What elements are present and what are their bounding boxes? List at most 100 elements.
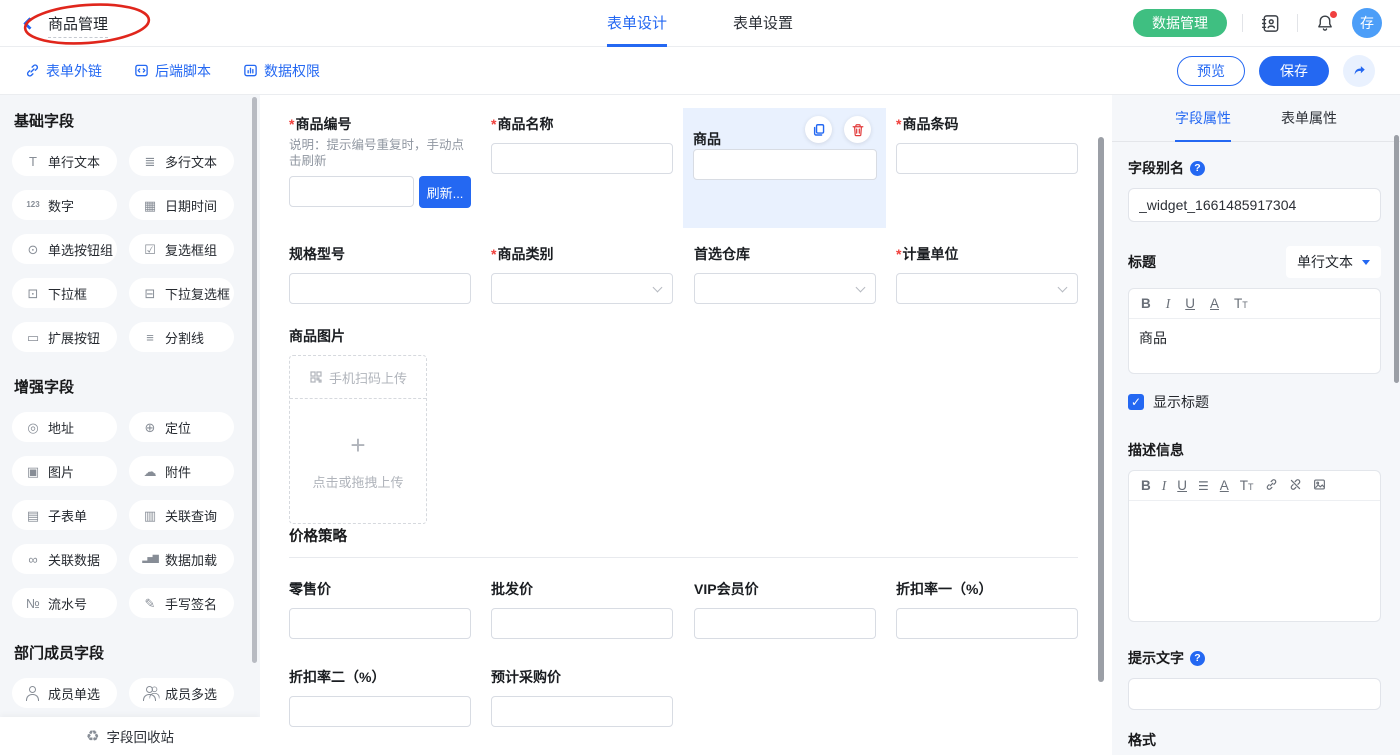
vip-price-input[interactable] (694, 608, 876, 639)
estimated-purchase-price-input[interactable] (491, 696, 673, 727)
product-name-input[interactable] (491, 143, 673, 174)
palette-item-signature[interactable]: ✎手写签名 (129, 588, 234, 618)
field-product-code[interactable]: *商品编号 说明：提示编号重复时，手动点击刷新 刷新... (289, 115, 471, 208)
field-recycle-bin[interactable]: ♻ 字段回收站 (0, 717, 260, 755)
title-editor-content[interactable]: 商品 (1129, 319, 1380, 373)
palette-item-multi-dropdown[interactable]: ⊟下拉复选框 (129, 278, 234, 308)
align-icon[interactable]: ☰ (1198, 480, 1209, 492)
palette-item-extend-button[interactable]: ▭扩展按钮 (12, 322, 117, 352)
form-external-link[interactable]: 表单外链 (25, 61, 102, 81)
click-drag-upload-area[interactable]: + 点击或拖拽上传 (290, 399, 426, 523)
product-input[interactable] (693, 149, 877, 180)
field-discount-rate-1[interactable]: 折扣率一（%） (896, 580, 1078, 639)
field-estimated-purchase-price[interactable]: 预计采购价 (491, 668, 673, 727)
palette-item-data-load[interactable]: ▂▅▇数据加载 (129, 544, 234, 574)
palette-item-member-multi[interactable]: 成员多选 (129, 678, 234, 708)
font-color-icon[interactable]: A (1220, 479, 1229, 493)
backend-script-link[interactable]: 后端脚本 (134, 61, 211, 81)
refresh-button[interactable]: 刷新... (419, 176, 471, 208)
palette-item-subform[interactable]: ▤子表单 (12, 500, 117, 530)
palette-item-attachment[interactable]: ☁附件 (129, 456, 234, 486)
properties-scrollbar[interactable] (1394, 135, 1399, 383)
palette-item-single-line-text[interactable]: T单行文本 (12, 146, 117, 176)
preferred-warehouse-select[interactable] (694, 273, 876, 304)
show-title-checkbox[interactable]: ✓ (1128, 394, 1144, 410)
selected-field-product[interactable]: 商品 (683, 108, 886, 228)
palette-item-location[interactable]: ⊕定位 (129, 412, 234, 442)
notification-bell-icon[interactable] (1313, 11, 1337, 35)
field-product-category[interactable]: *商品类别 (491, 245, 673, 304)
palette-item-address[interactable]: ◎地址 (12, 412, 117, 442)
tab-field-properties[interactable]: 字段属性 (1175, 95, 1231, 142)
palette-item-image[interactable]: ▣图片 (12, 456, 117, 486)
italic-icon[interactable]: I (1166, 297, 1171, 311)
product-category-select[interactable] (491, 273, 673, 304)
field-alias-label-row: 字段别名 ? (1128, 158, 1381, 178)
bold-icon[interactable]: B (1141, 297, 1151, 311)
save-button[interactable]: 保存 (1259, 56, 1329, 86)
form-design-canvas[interactable]: *商品编号 说明：提示编号重复时，手动点击刷新 刷新... *商品名称 商品 (260, 95, 1112, 755)
spec-model-input[interactable] (289, 273, 471, 304)
field-vip-price[interactable]: VIP会员价 (694, 580, 876, 639)
tab-form-design[interactable]: 表单设计 (607, 0, 667, 47)
palette-item-linked-data[interactable]: ∞关联数据 (12, 544, 117, 574)
field-product-name[interactable]: *商品名称 (491, 115, 673, 174)
field-wholesale-price[interactable]: 批发价 (491, 580, 673, 639)
hint-text-input[interactable] (1128, 678, 1381, 710)
share-button[interactable] (1343, 55, 1375, 87)
palette-item-dropdown[interactable]: ⊡下拉框 (12, 278, 117, 308)
field-spec-model[interactable]: 规格型号 (289, 245, 471, 304)
palette-item-member-single[interactable]: 成员单选 (12, 678, 117, 708)
sidebar-scrollbar[interactable] (252, 97, 257, 663)
font-color-icon[interactable]: A (1210, 297, 1219, 311)
wholesale-price-input[interactable] (491, 608, 673, 639)
font-size-icon[interactable]: TT (1234, 297, 1248, 311)
palette-item-divider[interactable]: ≡分割线 (129, 322, 234, 352)
description-editor-content[interactable] (1129, 501, 1380, 621)
unit-select[interactable] (896, 273, 1078, 304)
underline-icon[interactable]: U (1177, 479, 1187, 493)
field-alias-input[interactable] (1128, 188, 1381, 222)
palette-item-datetime[interactable]: ▦日期时间 (129, 190, 234, 220)
page-title[interactable]: 商品管理 (48, 16, 108, 38)
avatar[interactable]: 存 (1352, 8, 1382, 38)
field-type-dropdown[interactable]: 单行文本 (1286, 246, 1381, 278)
retail-price-input[interactable] (289, 608, 471, 639)
remove-link-icon[interactable] (1289, 478, 1302, 494)
help-icon[interactable]: ? (1190, 161, 1205, 176)
field-retail-price[interactable]: 零售价 (289, 580, 471, 639)
back-button[interactable] (18, 12, 40, 34)
italic-icon[interactable]: I (1162, 479, 1167, 493)
palette-item-checkbox-group[interactable]: ☑复选框组 (129, 234, 234, 264)
discount-rate-1-input[interactable] (896, 608, 1078, 639)
product-barcode-input[interactable] (896, 143, 1078, 174)
help-icon[interactable]: ? (1190, 651, 1205, 666)
field-discount-rate-2[interactable]: 折扣率二（%） (289, 668, 471, 727)
palette-item-number[interactable]: 123数字 (12, 190, 117, 220)
data-manage-button[interactable]: 数据管理 (1133, 9, 1227, 37)
field-product-image[interactable]: 商品图片 手机扫码上传 + 点击或拖拽上传 (289, 327, 471, 524)
discount-rate-2-input[interactable] (289, 696, 471, 727)
palette-item-radio-group[interactable]: ⊙单选按钮组 (12, 234, 117, 264)
underline-icon[interactable]: U (1185, 297, 1195, 311)
preview-button[interactable]: 预览 (1177, 56, 1245, 86)
bold-icon[interactable]: B (1141, 479, 1151, 493)
data-permission-link[interactable]: 数据权限 (243, 61, 320, 81)
canvas-scrollbar[interactable] (1098, 137, 1104, 682)
tab-form-settings[interactable]: 表单设置 (733, 0, 793, 47)
palette-item-serial-number[interactable]: №流水号 (12, 588, 117, 618)
field-product-barcode[interactable]: *商品条码 (896, 115, 1078, 174)
font-size-icon[interactable]: TT (1240, 479, 1254, 493)
tab-form-properties[interactable]: 表单属性 (1281, 95, 1337, 142)
scan-upload-button[interactable]: 手机扫码上传 (290, 356, 426, 399)
insert-link-icon[interactable] (1265, 478, 1278, 494)
insert-image-icon[interactable] (1313, 478, 1326, 494)
palette-item-multi-line-text[interactable]: ≣多行文本 (129, 146, 234, 176)
field-unit[interactable]: *计量单位 (896, 245, 1078, 304)
contacts-book-icon[interactable] (1258, 11, 1282, 35)
delete-field-button[interactable] (844, 116, 871, 143)
palette-item-linked-query[interactable]: ▥关联查询 (129, 500, 234, 530)
field-preferred-warehouse[interactable]: 首选仓库 (694, 245, 876, 304)
copy-field-button[interactable] (805, 116, 832, 143)
product-code-input[interactable] (289, 176, 414, 207)
